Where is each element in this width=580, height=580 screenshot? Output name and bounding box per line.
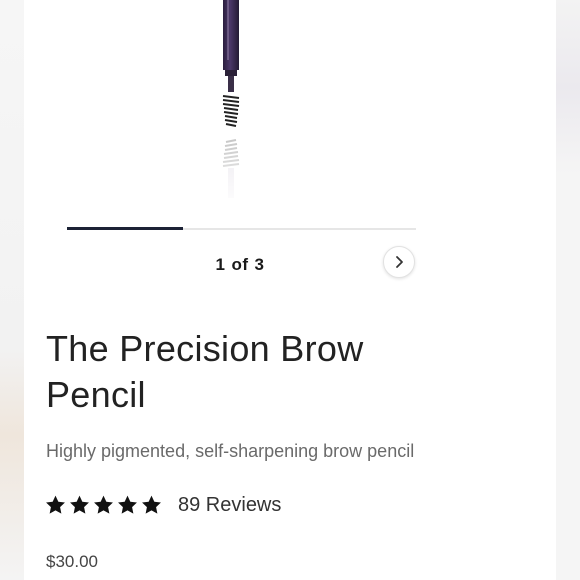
- reviews-link[interactable]: 89 Reviews: [178, 494, 281, 517]
- product-subtitle: Highly pigmented, self-sharpening brow p…: [46, 441, 415, 461]
- product-title: The Precision Brow Pencil: [46, 328, 364, 415]
- product-price: $30.00: [46, 552, 98, 571]
- chevron-right-icon: [396, 256, 403, 268]
- gallery-progress-fill: [67, 227, 184, 230]
- rating-stars: [44, 494, 164, 516]
- product-image: [210, 0, 250, 210]
- star-icon: [94, 495, 113, 514]
- product-rating[interactable]: 89 Reviews: [44, 492, 281, 518]
- star-icon: [118, 495, 137, 514]
- star-icon: [46, 495, 65, 514]
- pager-current: 1: [215, 255, 226, 274]
- gallery-progress-track: [67, 227, 416, 230]
- star-icon: [70, 495, 89, 514]
- gallery-pager: 1 of 3: [190, 255, 290, 275]
- left-edge-background: [0, 0, 24, 580]
- right-edge-background: [556, 0, 580, 580]
- gallery-next-button[interactable]: [383, 246, 415, 278]
- star-icon: [142, 495, 161, 514]
- pager-separator: of: [231, 255, 249, 274]
- pager-total: 3: [254, 255, 265, 274]
